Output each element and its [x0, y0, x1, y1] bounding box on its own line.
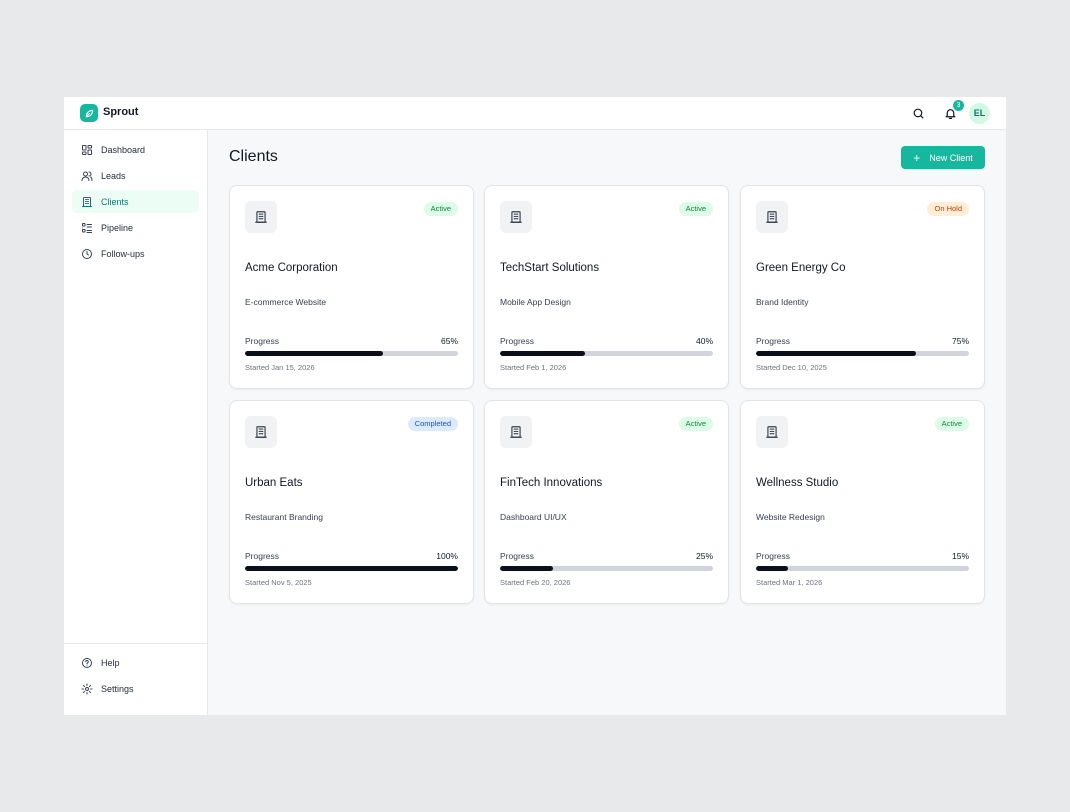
- progress-bar-fill: [500, 351, 586, 356]
- page-title: Clients: [229, 148, 278, 165]
- app-window: Sprout 3 EL Dashboard Leads Clients Pipe…: [64, 97, 1006, 715]
- progress-bar-fill: [500, 566, 554, 571]
- notification-count-badge: 3: [953, 100, 964, 111]
- new-client-button[interactable]: + New Client: [901, 146, 985, 169]
- progress-bar: [500, 566, 713, 571]
- sidebar-item-leads[interactable]: Leads: [72, 164, 199, 187]
- status-badge: Active: [678, 417, 713, 431]
- progress-bar-fill: [245, 566, 458, 571]
- sidebar-item-label: Dashboard: [101, 144, 146, 155]
- status-badge: Active: [423, 202, 458, 216]
- progress-label: Progress: [245, 336, 280, 346]
- status-badge: Completed: [407, 417, 458, 431]
- sidebar-item-label: Help: [101, 657, 120, 668]
- help-icon: [80, 656, 93, 669]
- progress-value: 65%: [440, 336, 458, 346]
- client-name: Acme Corporation: [245, 262, 338, 274]
- progress-bar-fill: [245, 351, 384, 356]
- progress-bar: [756, 351, 969, 356]
- progress-label: Progress: [756, 551, 791, 561]
- building-icon: [245, 416, 277, 448]
- project-name: Dashboard UI/UX: [500, 512, 567, 522]
- sidebar-item-label: Leads: [101, 170, 126, 181]
- new-client-label: New Client: [929, 152, 973, 163]
- progress-value: 15%: [951, 551, 969, 561]
- progress-value: 25%: [695, 551, 713, 561]
- building-icon: [500, 201, 532, 233]
- progress-bar-fill: [756, 351, 916, 356]
- project-name: Brand Identity: [756, 297, 809, 307]
- building-icon: [756, 416, 788, 448]
- start-date: Started Mar 1, 2026: [756, 578, 823, 587]
- client-name: FinTech Innovations: [500, 477, 603, 489]
- start-date: Started Nov 5, 2025: [245, 578, 312, 587]
- progress-bar-fill: [756, 566, 788, 571]
- building-icon: [245, 201, 277, 233]
- sidebar-item-settings[interactable]: Settings: [72, 677, 199, 700]
- start-date: Started Feb 20, 2026: [500, 578, 571, 587]
- status-badge: On Hold: [927, 202, 969, 216]
- progress-bar: [245, 566, 458, 571]
- client-card[interactable]: Active FinTech Innovations Dashboard UI/…: [484, 400, 729, 604]
- client-card[interactable]: Active Wellness Studio Website Redesign …: [740, 400, 985, 604]
- status-badge: Active: [934, 417, 969, 431]
- progress-value: 40%: [695, 336, 713, 346]
- start-date: Started Jan 15, 2026: [245, 363, 315, 372]
- client-card[interactable]: Completed Urban Eats Restaurant Branding…: [229, 400, 474, 604]
- project-name: Website Redesign: [756, 512, 825, 522]
- top-bar: Sprout 3 EL: [64, 97, 1006, 130]
- building-icon: [756, 201, 788, 233]
- progress-value: 75%: [951, 336, 969, 346]
- sidebar-divider: [64, 643, 207, 644]
- sidebar-item-label: Settings: [101, 683, 134, 694]
- client-card[interactable]: Active Acme Corporation E-commerce Websi…: [229, 185, 474, 389]
- client-card[interactable]: On Hold Green Energy Co Brand Identity P…: [740, 185, 985, 389]
- client-name: TechStart Solutions: [500, 262, 600, 274]
- brand-name: Sprout: [103, 106, 139, 118]
- sprout-logo-icon: [80, 104, 98, 122]
- progress-value: 100%: [436, 551, 458, 561]
- client-name: Wellness Studio: [756, 477, 839, 489]
- client-name: Urban Eats: [245, 477, 303, 489]
- plus-icon: +: [913, 150, 921, 165]
- progress-bar: [756, 566, 969, 571]
- project-name: E-commerce Website: [245, 297, 327, 307]
- user-avatar[interactable]: EL: [969, 103, 990, 124]
- status-badge: Active: [678, 202, 713, 216]
- start-date: Started Dec 10, 2025: [756, 363, 827, 372]
- progress-bar: [245, 351, 458, 356]
- sidebar-item-dashboard[interactable]: Dashboard: [72, 138, 199, 161]
- dashboard-icon: [80, 143, 93, 156]
- sidebar-item-follow-ups[interactable]: Follow-ups: [72, 242, 199, 265]
- list-icon: [80, 221, 93, 234]
- progress-label: Progress: [756, 336, 791, 346]
- search-icon[interactable]: [909, 104, 927, 122]
- client-name: Green Energy Co: [756, 262, 846, 274]
- sidebar-item-label: Follow-ups: [101, 248, 145, 259]
- client-card[interactable]: Active TechStart Solutions Mobile App De…: [484, 185, 729, 389]
- start-date: Started Feb 1, 2026: [500, 363, 567, 372]
- clock-icon: [80, 247, 93, 260]
- progress-bar: [500, 351, 713, 356]
- sidebar-item-label: Pipeline: [101, 222, 134, 233]
- building-icon: [500, 416, 532, 448]
- sidebar: Dashboard Leads Clients Pipeline Follow-…: [64, 130, 208, 715]
- main-content: Clients + New Client Active Acme Corpora…: [208, 130, 1006, 715]
- sidebar-item-clients[interactable]: Clients: [72, 190, 199, 213]
- project-name: Mobile App Design: [500, 297, 571, 307]
- project-name: Restaurant Branding: [245, 512, 323, 522]
- gear-icon: [80, 682, 93, 695]
- progress-label: Progress: [500, 336, 535, 346]
- users-icon: [80, 169, 93, 182]
- sidebar-item-label: Clients: [101, 196, 129, 207]
- sidebar-item-pipeline[interactable]: Pipeline: [72, 216, 199, 239]
- building-icon: [80, 195, 93, 208]
- sidebar-item-help[interactable]: Help: [72, 651, 199, 674]
- progress-label: Progress: [500, 551, 535, 561]
- progress-label: Progress: [245, 551, 280, 561]
